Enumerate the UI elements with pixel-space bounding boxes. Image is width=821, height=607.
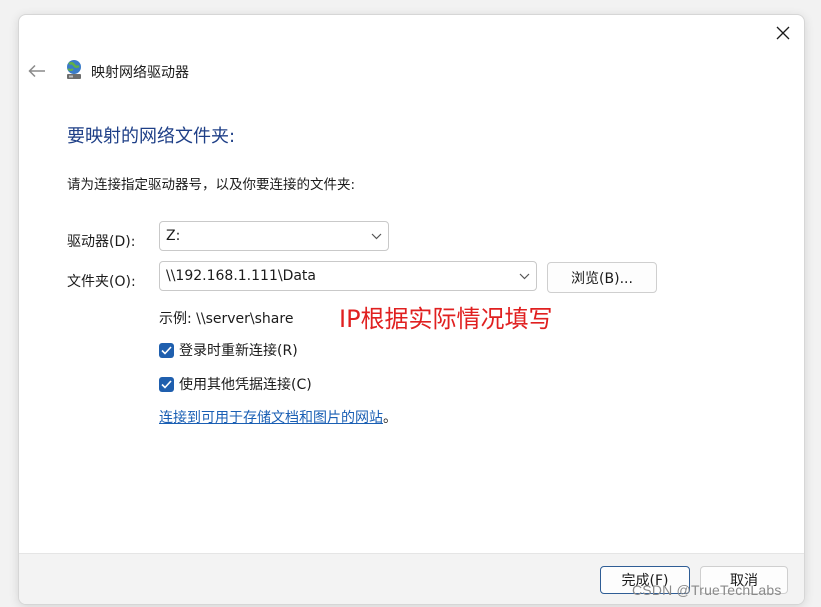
network-drive-icon xyxy=(67,60,81,79)
folder-label: 文件夹(O): xyxy=(67,274,136,290)
reconnect-label: 登录时重新连接(R) xyxy=(179,343,298,359)
chevron-down-icon xyxy=(371,233,381,239)
drive-label: 驱动器(D): xyxy=(67,234,136,250)
browse-button[interactable]: 浏览(B)... xyxy=(547,262,657,293)
website-link-row: 连接到可用于存储文档和图片的网站。 xyxy=(159,407,397,427)
link-suffix: 。 xyxy=(383,410,397,426)
drive-letter-select[interactable]: Z: xyxy=(159,221,389,251)
example-text: 示例: \\server\share xyxy=(159,311,294,327)
drive-letter-value: Z: xyxy=(166,228,181,244)
checkbox-checked-icon xyxy=(159,376,174,392)
close-icon xyxy=(776,26,790,40)
back-arrow-icon xyxy=(28,64,45,78)
folder-combobox[interactable]: \\192.168.1.111\Data xyxy=(159,261,537,291)
credentials-label: 使用其他凭据连接(C) xyxy=(179,377,312,393)
close-button[interactable] xyxy=(769,21,797,45)
reconnect-at-signin-checkbox[interactable]: 登录时重新连接(R) xyxy=(159,340,298,360)
checkbox-checked-icon xyxy=(159,342,174,358)
folder-path-value: \\192.168.1.111\Data xyxy=(166,268,317,284)
dialog-title: 映射网络驱动器 xyxy=(91,65,189,81)
watermark: CSDN @TrueTechLabs xyxy=(632,582,782,598)
instruction-text: 请为连接指定驱动器号，以及你要连接的文件夹: xyxy=(67,177,356,193)
ip-annotation: IP根据实际情况填写 xyxy=(339,305,553,333)
other-credentials-checkbox[interactable]: 使用其他凭据连接(C) xyxy=(159,374,312,394)
connect-website-link[interactable]: 连接到可用于存储文档和图片的网站 xyxy=(159,410,383,426)
chevron-down-icon xyxy=(519,273,529,279)
map-network-drive-dialog: 映射网络驱动器 要映射的网络文件夹: 请为连接指定驱动器号，以及你要连接的文件夹… xyxy=(18,14,805,605)
page-heading: 要映射的网络文件夹: xyxy=(67,126,236,147)
back-button[interactable] xyxy=(25,59,49,83)
